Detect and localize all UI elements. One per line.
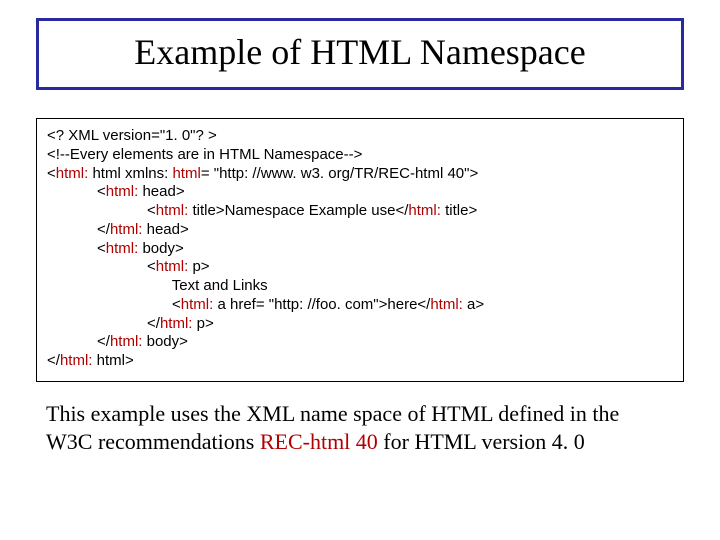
slide: Example of HTML Namespace <? XML version… [0,0,720,540]
code-line: <html: head> [47,183,673,202]
code-line: <!--Every elements are in HTML Namespace… [47,146,673,165]
namespace-prefix: html: [56,165,89,182]
namespace-prefix: html: [181,296,214,313]
namespace-prefix: html: [156,258,189,275]
namespace-prefix: html: [106,183,139,200]
namespace-prefix: html: [156,202,189,219]
code-line: <html: p> [47,258,673,277]
code-line: </html: html> [47,352,673,371]
namespace-prefix: html: [430,296,463,313]
namespace-prefix: html: [408,202,441,219]
code-line: </html: body> [47,333,673,352]
code-line: <html: title>Namespace Example use</html… [47,202,673,221]
slide-title: Example of HTML Namespace [134,32,586,72]
code-line: <html: a href= "http: //foo. com">here</… [47,296,673,315]
namespace-prefix: html: [106,240,139,257]
code-example-box: <? XML version="1. 0"? > <!--Every eleme… [36,118,684,382]
caption-text: This example uses the XML name space of … [46,400,674,456]
code-line: <html: body> [47,240,673,259]
code-line: </html: head> [47,221,673,240]
title-box: Example of HTML Namespace [36,18,684,90]
namespace-prefix: html [172,165,200,182]
code-line: Text and Links [47,277,673,296]
namespace-prefix: html: [160,315,193,332]
code-line: <? XML version="1. 0"? > [47,127,673,146]
namespace-prefix: html: [60,352,93,369]
code-line: <html: html xmlns: html= "http: //www. w… [47,165,673,184]
rec-link-text: REC-html 40 [260,429,378,454]
namespace-prefix: html: [110,221,143,238]
namespace-prefix: html: [110,333,143,350]
code-line: </html: p> [47,315,673,334]
